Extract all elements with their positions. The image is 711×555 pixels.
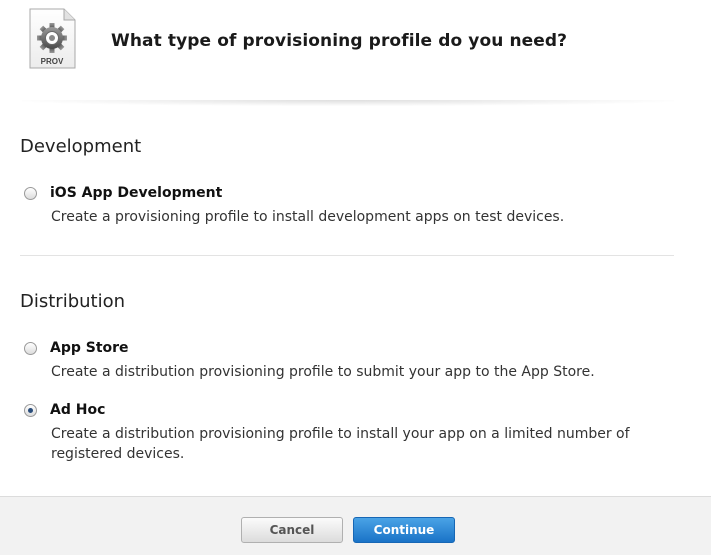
header-divider — [22, 100, 674, 106]
section-divider — [20, 255, 674, 256]
option-description: Create a distribution provisioning profi… — [51, 364, 595, 380]
cancel-button[interactable]: Cancel — [241, 517, 343, 543]
option-description: Create a distribution provisioning profi… — [51, 426, 630, 462]
option-label: iOS App Development — [50, 185, 223, 201]
radio-ios-app-development[interactable] — [24, 187, 37, 200]
section-title-distribution: Distribution — [20, 291, 126, 312]
section-title-development: Development — [20, 136, 142, 157]
option-description: Create a provisioning profile to install… — [51, 209, 565, 225]
continue-button[interactable]: Continue — [353, 517, 455, 543]
radio-ad-hoc[interactable] — [24, 404, 37, 417]
option-label: App Store — [50, 340, 129, 356]
page-header: PROV What type of provisioning profile d… — [0, 0, 711, 104]
provisioning-profile-icon: PROV — [29, 8, 76, 69]
option-label: Ad Hoc — [50, 402, 106, 418]
footer-bar: Cancel Continue — [0, 496, 711, 555]
icon-caption: PROV — [41, 57, 64, 66]
page-title: What type of provisioning profile do you… — [111, 31, 568, 51]
radio-app-store[interactable] — [24, 342, 37, 355]
